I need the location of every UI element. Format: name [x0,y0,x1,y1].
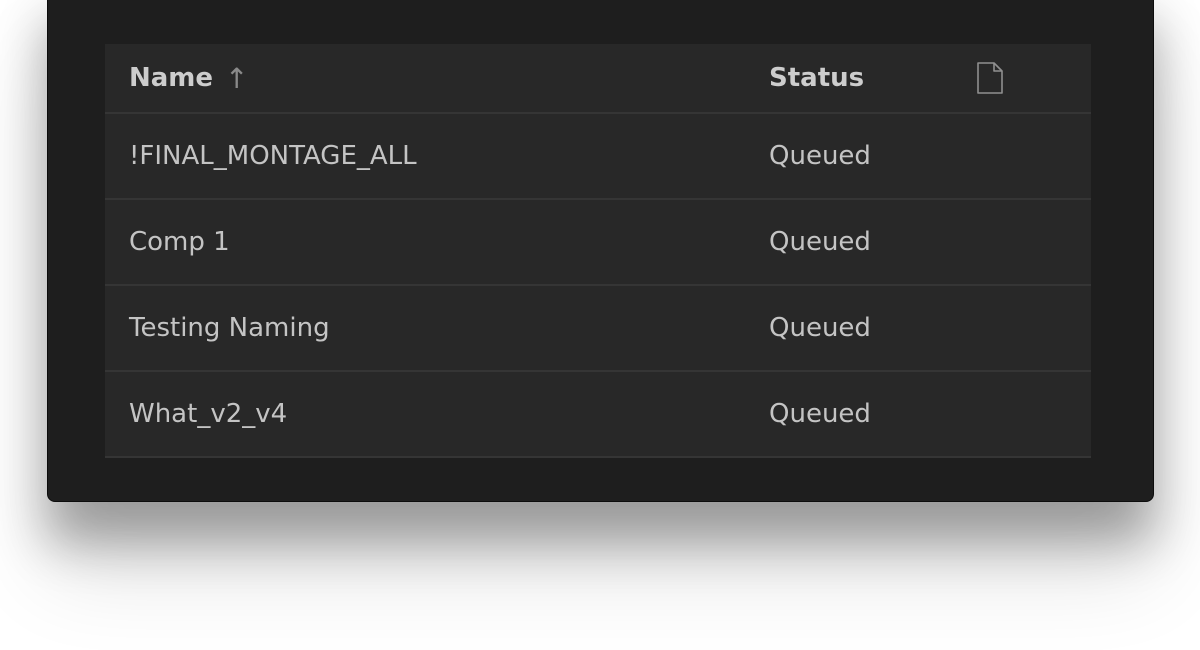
column-header-status-label: Status [769,63,865,93]
file-icon [977,62,1003,94]
row-status: Queued [769,399,871,429]
table-row[interactable]: !FINAL_MONTAGE_ALL Queued [105,114,1091,200]
row-name: Comp 1 [129,227,230,257]
row-status: Queued [769,313,871,343]
column-header-status[interactable]: Status [769,44,864,112]
row-name: Testing Naming [129,313,330,343]
column-header-name[interactable]: Name ↑ [129,44,249,112]
column-header-file[interactable] [976,44,1004,112]
table-header: Name ↑ Status [105,44,1091,114]
row-status: Queued [769,141,871,171]
table-row[interactable]: What_v2_v4 Queued [105,372,1091,458]
queue-table: Name ↑ Status !FINAL_MONTAGE_ALL Queued … [105,44,1091,458]
table-row[interactable]: Testing Naming Queued [105,286,1091,372]
sort-ascending-icon: ↑ [225,61,249,95]
table-row[interactable]: Comp 1 Queued [105,200,1091,286]
row-status: Queued [769,227,871,257]
row-name: What_v2_v4 [129,399,288,429]
render-queue-window: Name ↑ Status !FINAL_MONTAGE_ALL Queued … [47,0,1154,502]
column-header-name-label: Name [129,63,214,93]
row-name: !FINAL_MONTAGE_ALL [129,141,417,171]
